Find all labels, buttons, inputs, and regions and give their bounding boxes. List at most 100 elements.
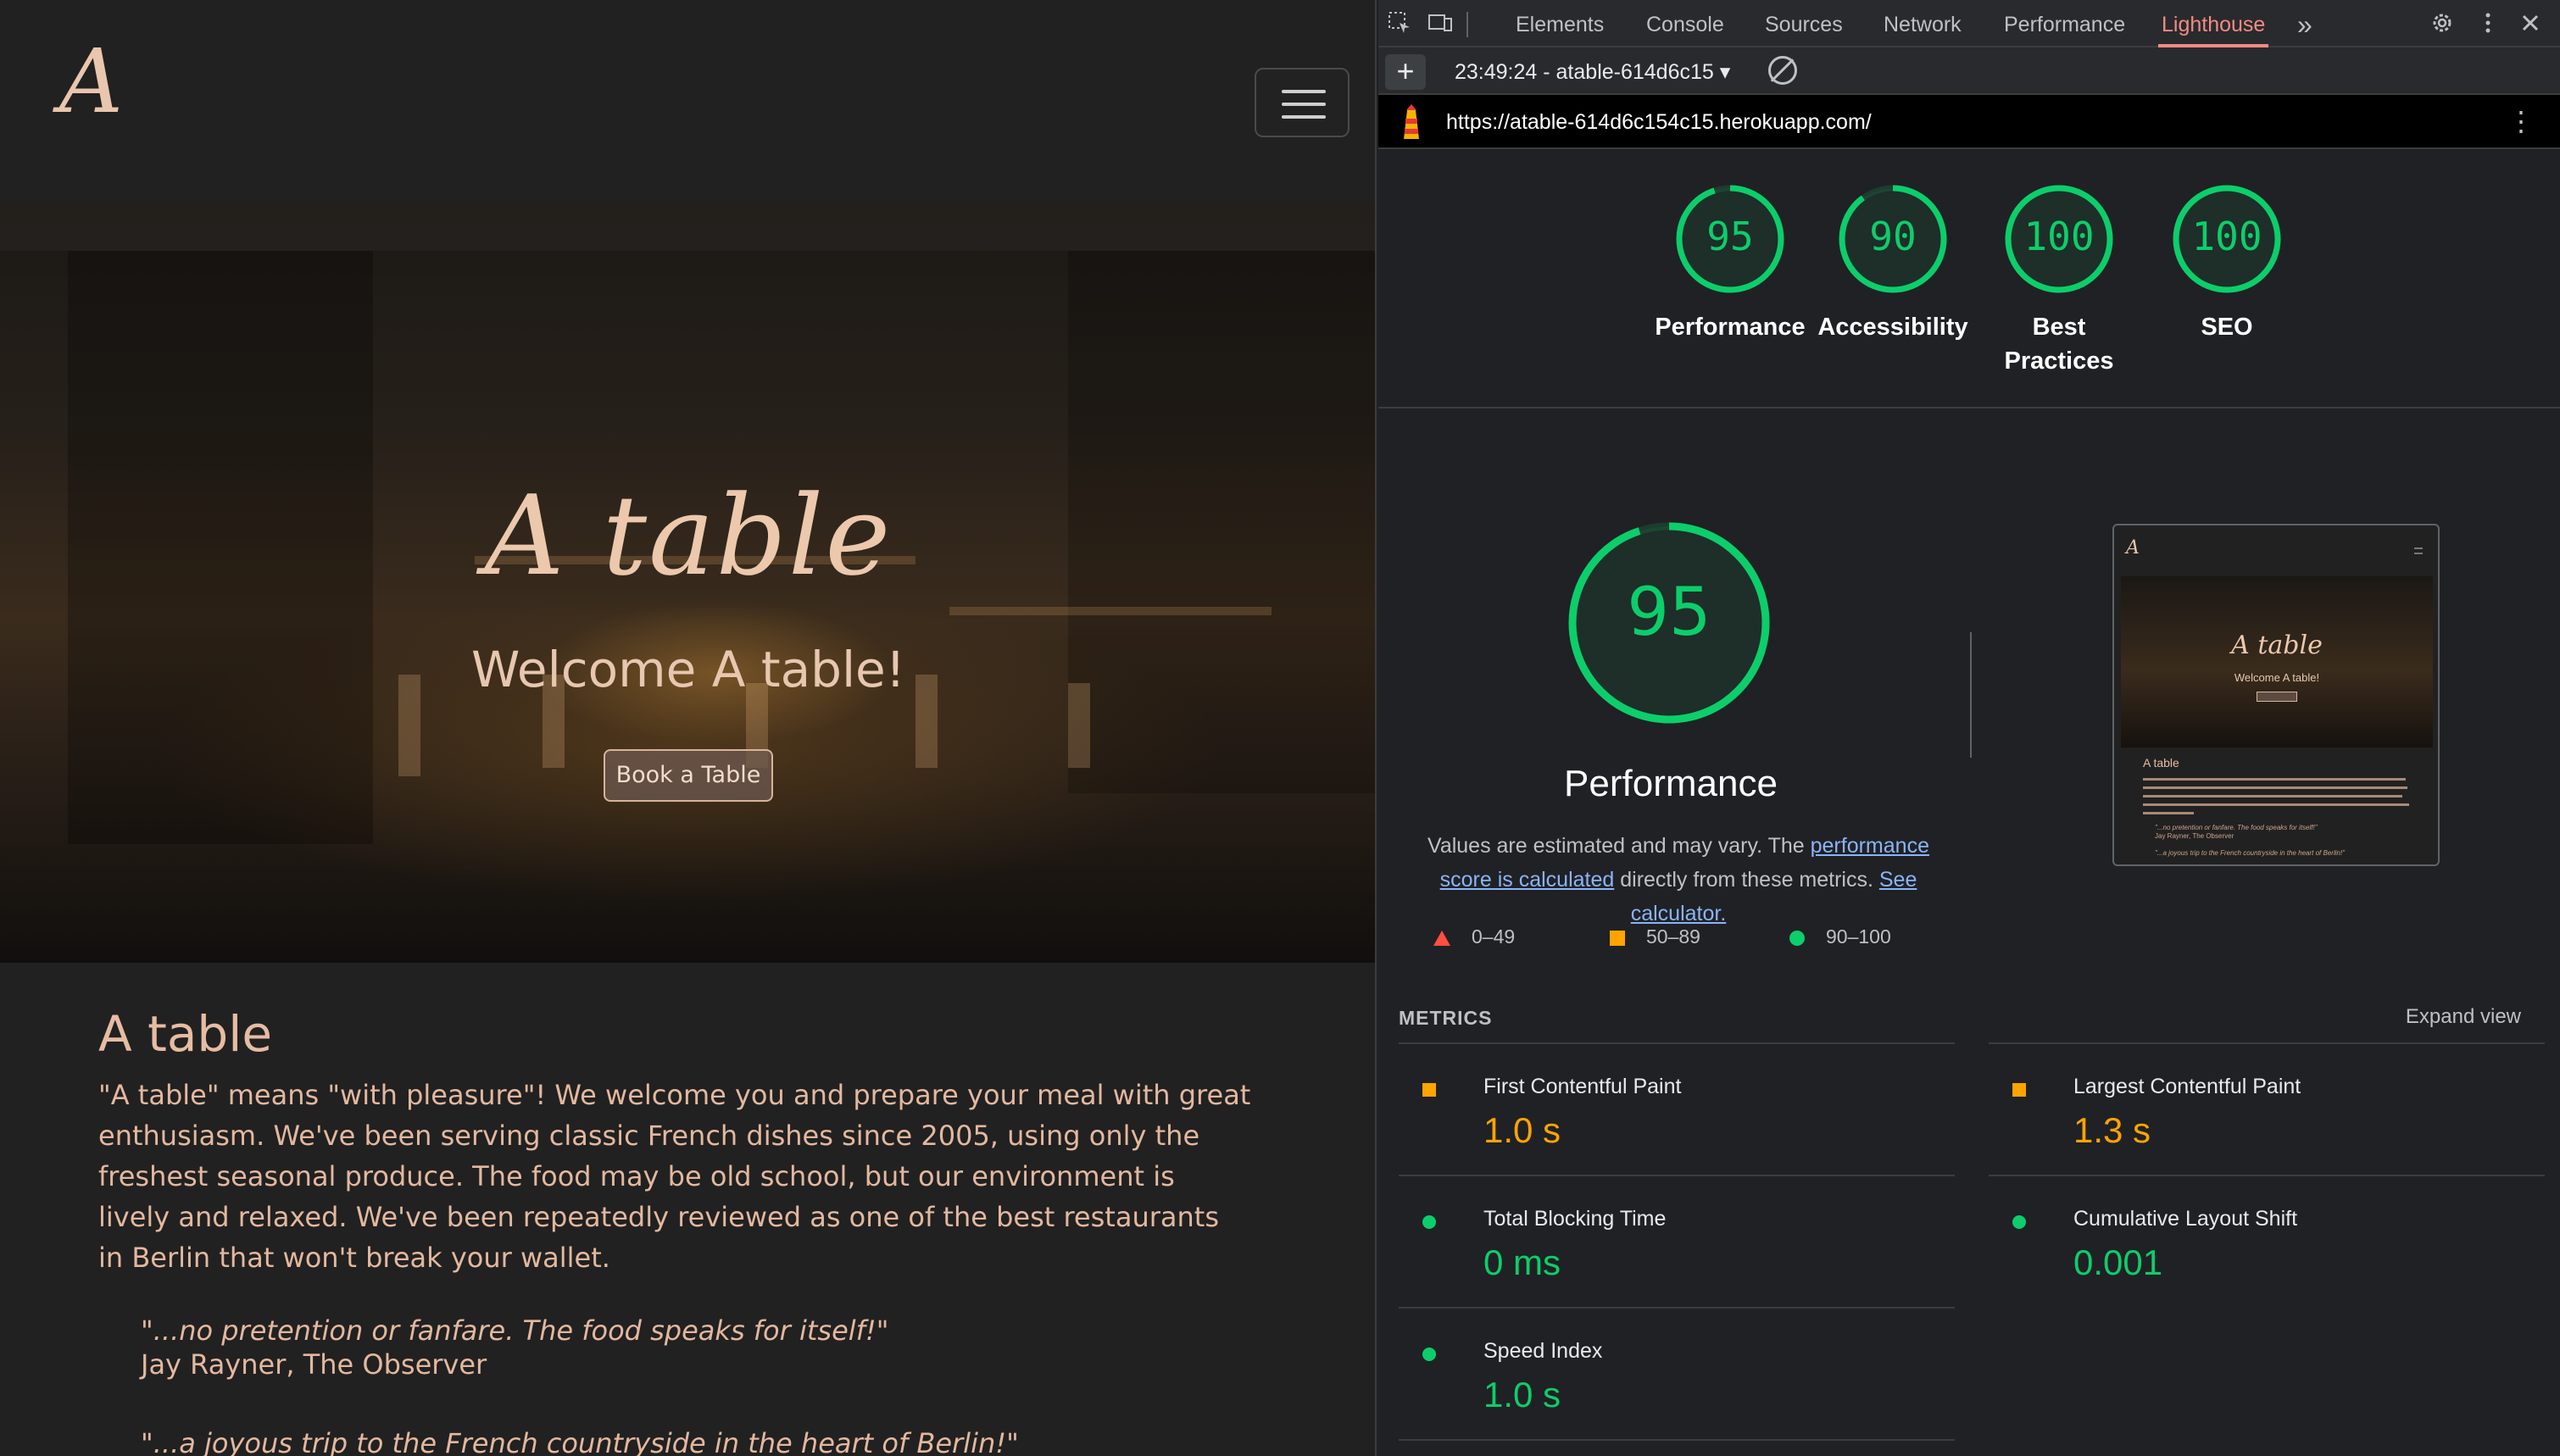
score-gauges: 95 Performance 90 Accessibility 100 Best Prac… [1378, 149, 2560, 408]
review-quote-text: "...no pretention or fanfare. The food s… [141, 1314, 889, 1347]
thumbnail-text-line [2143, 786, 2407, 789]
lighthouse-logo-icon [1404, 104, 1419, 139]
hero-subtitle: Welcome A table! [470, 641, 905, 698]
hero-ceiling [0, 200, 1375, 251]
metric-name: Speed Index [1483, 1339, 1603, 1363]
metric-name: Largest Contentful Paint [2073, 1075, 2301, 1098]
score-label: Accessibility [1817, 314, 1968, 341]
metrics-section: METRICS Expand view First Contentful Pai… [1378, 1002, 2560, 1456]
tab-network[interactable]: Network [1880, 0, 1965, 47]
report-menu-icon[interactable]: ⋮ [2507, 105, 2535, 137]
review-quote-text: "...a joyous trip to the French countrys… [141, 1427, 1019, 1456]
report-url[interactable]: https://atable-614d6c154c15.herokuapp.co… [1446, 110, 1872, 135]
site-logo[interactable]: A [59, 37, 123, 125]
metric-largest-contentful-paint: Largest Contentful Paint 1.3 s [1989, 1044, 2514, 1175]
toolbar-divider [1466, 12, 1468, 37]
thumbnail-text-line [2143, 795, 2402, 797]
metric-value: 0.001 [2073, 1242, 2163, 1282]
performance-gauge: 95 [1565, 519, 1773, 727]
legend-average-label: 50–89 [1646, 925, 1700, 948]
clear-reports-icon[interactable] [1768, 56, 1797, 85]
fail-triangle-icon [1433, 930, 1450, 946]
hamburger-line-icon [1282, 90, 1326, 93]
hero-section: A table Welcome A table! Book a Table [0, 200, 1375, 963]
legend-average: 50–89 [1609, 925, 1700, 948]
metric-cumulative-layout-shift: Cumulative Layout Shift 0.001 [1989, 1176, 2514, 1307]
score-gauge-performance[interactable]: 95 Performance [1650, 180, 1811, 344]
metric-value: 1.0 s [1483, 1110, 1561, 1150]
metrics-header: METRICS [1399, 1007, 1493, 1029]
metric-speed-index: Speed Index 1.0 s [1399, 1309, 1924, 1439]
metric-value: 1.3 s [2073, 1110, 2151, 1150]
score-label: SEO [2201, 314, 2253, 341]
performance-note-text: Values are estimated and may vary. The [1427, 834, 1811, 858]
report-url-bar: https://atable-614d6c154c15.herokuapp.co… [1378, 95, 2560, 149]
device-toolbar-icon[interactable] [1426, 10, 1455, 39]
thumbnail-logo: A [2126, 537, 2140, 559]
legend-fail: 0–49 [1433, 925, 1515, 948]
metric-name: Cumulative Layout Shift [2073, 1207, 2298, 1231]
tab-console[interactable]: Console [1643, 0, 1728, 47]
hero-bar-shelf [949, 607, 1272, 615]
pass-circle-icon [1422, 1348, 1436, 1361]
about-section: A table "A table" means "with pleasure"!… [98, 1005, 1251, 1456]
new-report-plus-icon[interactable]: + [1385, 54, 1426, 90]
average-square-icon [1422, 1083, 1436, 1097]
metric-value: 0 ms [1483, 1242, 1561, 1282]
metric-total-blocking-time: Total Blocking Time 0 ms [1399, 1176, 1924, 1307]
thumbnail-hero-title: A table [2231, 631, 2323, 660]
score-gauge-best-practices[interactable]: 100 Best Practices [1978, 180, 2140, 378]
performance-score: 95 [1627, 575, 1711, 651]
close-devtools-icon[interactable] [2516, 10, 2545, 39]
score-gauge-accessibility[interactable]: 90 Accessibility [1812, 180, 1973, 344]
website-preview: A A table Welcome A table! Book a Table … [0, 0, 1377, 1456]
pass-circle-icon [1789, 930, 1805, 946]
book-table-button[interactable]: Book a Table [604, 749, 773, 802]
score-value: 95 [1706, 214, 1754, 259]
score-value: 90 [1869, 214, 1917, 259]
hamburger-menu-button[interactable] [1255, 68, 1350, 137]
metric-name: First Contentful Paint [1483, 1075, 1682, 1098]
score-value: 100 [2023, 214, 2095, 259]
about-text: "A table" means "with pleasure"! We welc… [98, 1079, 1251, 1274]
average-square-icon [2012, 1083, 2026, 1097]
thumbnail-text-line [2143, 778, 2406, 781]
report-selector[interactable]: 23:49:24 - atable-614d6c15 ▾ [1455, 59, 1730, 85]
expand-view-button[interactable]: Expand view [2406, 1005, 2521, 1029]
thumbnail-heading: A table [2143, 756, 2179, 770]
legend-fail-label: 0–49 [1472, 925, 1516, 948]
tab-elements[interactable]: Elements [1512, 0, 1607, 47]
hero-title: A table [484, 471, 893, 600]
pass-circle-icon [1422, 1215, 1436, 1229]
thumbnail-quote-author: Jay Rayner, The Observer [2155, 832, 2234, 840]
tab-sources[interactable]: Sources [1761, 0, 1846, 47]
performance-note-text: directly from these metrics. [1614, 868, 1879, 892]
thumbnail-text-line [2143, 812, 2194, 814]
review-quote-author: Jay Rayner, The Observer [141, 1348, 487, 1381]
metric-name: Total Blocking Time [1483, 1207, 1667, 1231]
more-tabs-chevron-icon[interactable]: » [2294, 0, 2316, 47]
thumbnail-hero: A table Welcome A table! [2121, 576, 2433, 747]
lighthouse-toolbar: + 23:49:24 - atable-614d6c15 ▾ [1378, 47, 2560, 95]
final-screenshot-thumbnail[interactable]: A A table Welcome A table! A table "...n… [2112, 524, 2440, 866]
thumbnail-text-line [2143, 803, 2409, 806]
metric-value: 1.0 s [1483, 1375, 1561, 1414]
tab-lighthouse[interactable]: Lighthouse [2158, 0, 2269, 47]
more-options-icon[interactable] [2474, 10, 2502, 39]
report-selector-label: 23:49:24 - atable-614d6c15 [1455, 60, 1714, 84]
settings-gear-icon[interactable] [2428, 10, 2457, 39]
thumbnail-quote: "...a joyous trip to the French countrys… [2155, 849, 2346, 857]
thumbnail-quote: "...no pretention or fanfare. The food s… [2155, 824, 2318, 831]
score-gauge-seo[interactable]: 100 SEO [2146, 180, 2307, 344]
hamburger-line-icon [1282, 115, 1326, 119]
tab-performance[interactable]: Performance [2001, 0, 2129, 47]
average-square-icon [1610, 930, 1625, 946]
performance-summary: 95 Performance Values are estimated and … [1378, 408, 2560, 1002]
chevron-down-icon: ▾ [1719, 60, 1731, 84]
legend-pass-label: 90–100 [1826, 925, 1891, 948]
inspect-element-icon[interactable] [1385, 10, 1414, 39]
about-heading: A table [98, 1005, 273, 1063]
hamburger-line-icon [1282, 103, 1326, 106]
score-label: Performance [1655, 314, 1806, 341]
summary-divider [1970, 632, 1972, 758]
